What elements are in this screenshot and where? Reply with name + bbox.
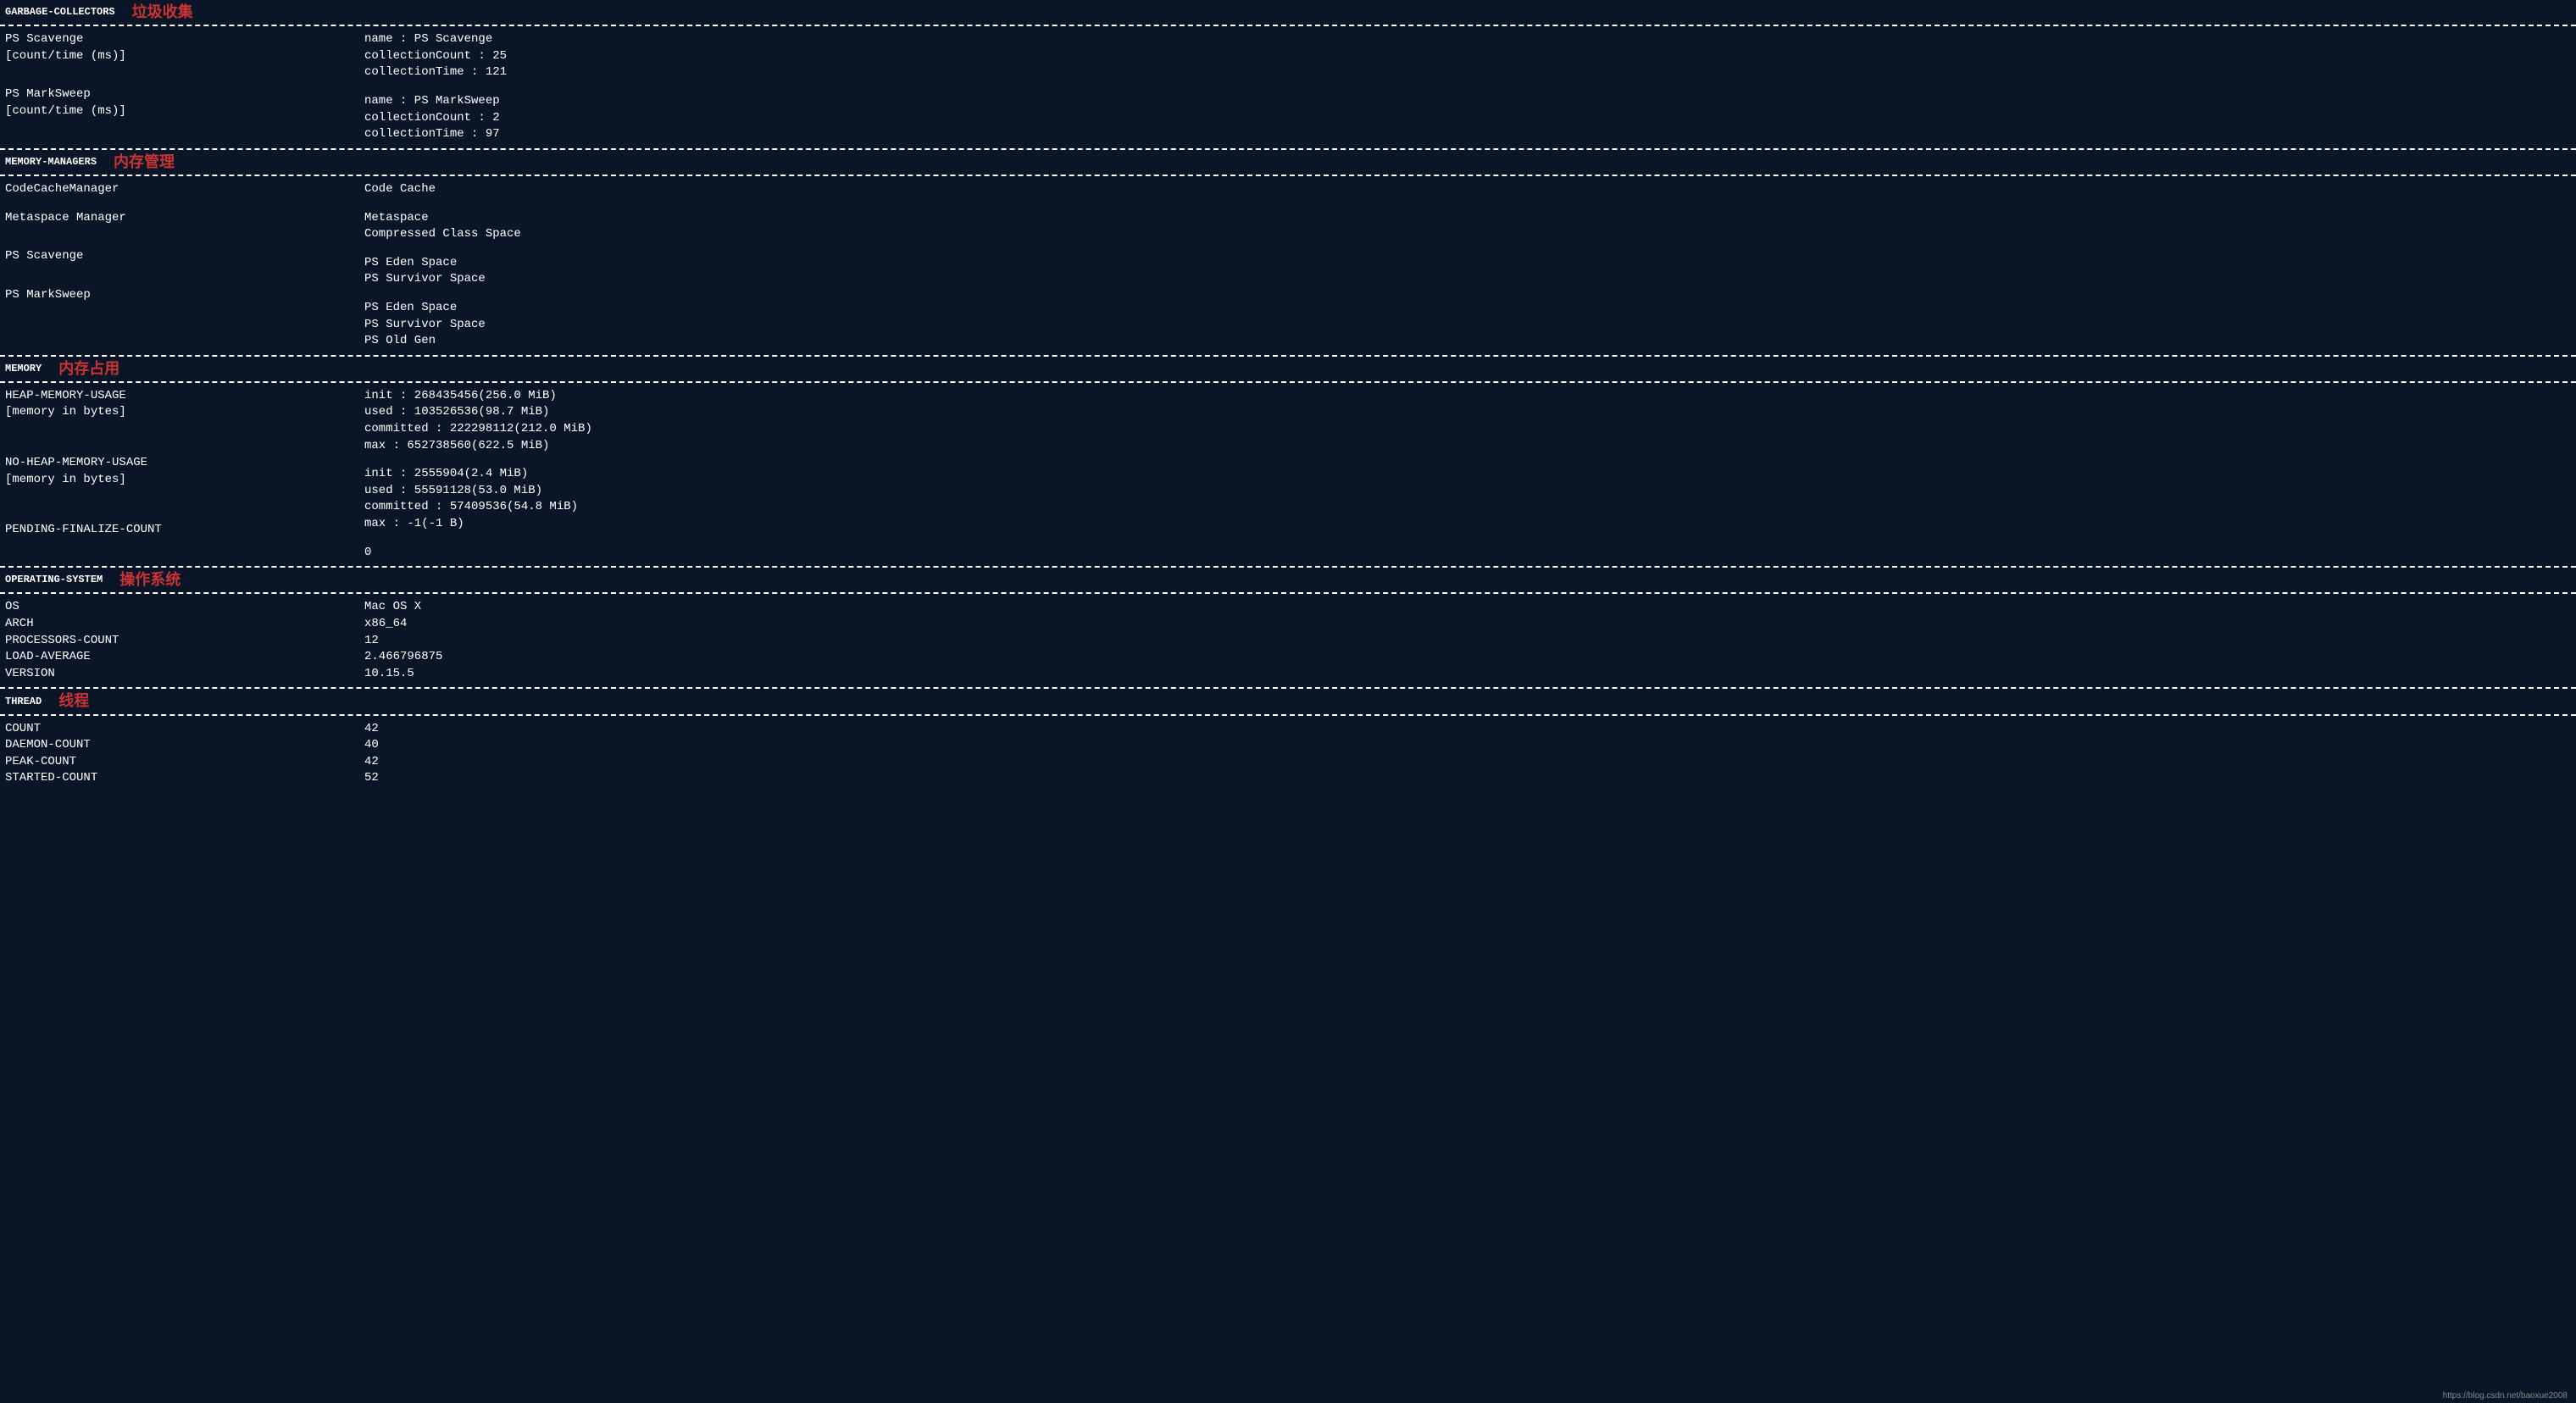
gc-value: name : PS MarkSweep: [364, 93, 2576, 110]
mm-value: PS Eden Space: [364, 255, 2576, 272]
memory-value: max : -1(-1 B): [364, 516, 2576, 533]
section-content-os: OS ARCH PROCESSORS-COUNT LOAD-AVERAGE VE…: [0, 594, 2576, 687]
os-value: x86_64: [364, 616, 2576, 633]
os-label: LOAD-AVERAGE: [5, 649, 364, 666]
thread-label: DAEMON-COUNT: [5, 737, 364, 754]
section-title: THREAD: [5, 695, 42, 709]
os-value: 12: [364, 633, 2576, 650]
section-title: OPERATING-SYSTEM: [5, 573, 103, 587]
memory-value: committed : 57409536(54.8 MiB): [364, 499, 2576, 516]
gc-label: PS MarkSweep: [5, 86, 364, 103]
memory-value: used : 103526536(98.7 MiB): [364, 404, 2576, 421]
memory-label: NO-HEAP-MEMORY-USAGE: [5, 455, 364, 472]
os-label: OS: [5, 599, 364, 616]
gc-value: collectionTime : 97: [364, 126, 2576, 143]
mm-label: CodeCacheManager: [5, 181, 364, 198]
thread-value: 42: [364, 721, 2576, 738]
memory-label: [memory in bytes]: [5, 472, 364, 489]
thread-label: PEAK-COUNT: [5, 754, 364, 771]
section-annotation: 内存管理: [114, 152, 175, 173]
mm-label: Metaspace Manager: [5, 210, 364, 227]
mm-value: PS Old Gen: [364, 333, 2576, 350]
mm-value: Compressed Class Space: [364, 226, 2576, 243]
os-label: VERSION: [5, 666, 364, 683]
gc-label: [count/time (ms)]: [5, 48, 364, 65]
gc-value: collectionCount : 2: [364, 110, 2576, 127]
section-header-memory: MEMORY 内存占用: [0, 355, 2576, 383]
gc-values-col: name : PS Scavenge collectionCount : 25 …: [364, 31, 2576, 143]
gc-value: collectionCount : 25: [364, 48, 2576, 65]
memory-label: PENDING-FINALIZE-COUNT: [5, 522, 364, 539]
mm-value: Code Cache: [364, 181, 2576, 198]
memory-value: 0: [364, 545, 2576, 562]
memory-values-col: init : 268435456(256.0 MiB) used : 10352…: [364, 388, 2576, 561]
thread-label: COUNT: [5, 721, 364, 738]
os-label: PROCESSORS-COUNT: [5, 633, 364, 650]
memory-value: init : 268435456(256.0 MiB): [364, 388, 2576, 405]
section-header-mm: MEMORY-MANAGERS 内存管理: [0, 148, 2576, 176]
os-labels-col: OS ARCH PROCESSORS-COUNT LOAD-AVERAGE VE…: [0, 599, 364, 682]
section-header-gc: GARBAGE-COLLECTORS 垃圾收集: [0, 0, 2576, 26]
memory-value: max : 652738560(622.5 MiB): [364, 438, 2576, 455]
os-value: 2.466796875: [364, 649, 2576, 666]
section-header-os: OPERATING-SYSTEM 操作系统: [0, 566, 2576, 594]
section-content-gc: PS Scavenge [count/time (ms)] PS MarkSwe…: [0, 26, 2576, 148]
memory-value: init : 2555904(2.4 MiB): [364, 466, 2576, 483]
os-values-col: Mac OS X x86_64 12 2.466796875 10.15.5: [364, 599, 2576, 682]
memory-value: committed : 222298112(212.0 MiB): [364, 421, 2576, 438]
thread-labels-col: COUNT DAEMON-COUNT PEAK-COUNT STARTED-CO…: [0, 721, 364, 787]
gc-value: name : PS Scavenge: [364, 31, 2576, 48]
mm-value: PS Eden Space: [364, 300, 2576, 317]
section-title: GARBAGE-COLLECTORS: [5, 5, 115, 19]
section-annotation: 内存占用: [58, 358, 119, 380]
mm-label: PS Scavenge: [5, 248, 364, 265]
section-annotation: 垃圾收集: [132, 2, 193, 23]
section-title: MEMORY: [5, 362, 42, 376]
thread-value: 52: [364, 770, 2576, 787]
memory-label: HEAP-MEMORY-USAGE: [5, 388, 364, 405]
mm-values-col: Code Cache Metaspace Compressed Class Sp…: [364, 181, 2576, 350]
memory-label: [memory in bytes]: [5, 404, 364, 421]
os-value: Mac OS X: [364, 599, 2576, 616]
section-content-mm: CodeCacheManager Metaspace Manager PS Sc…: [0, 176, 2576, 355]
gc-labels-col: PS Scavenge [count/time (ms)] PS MarkSwe…: [0, 31, 364, 143]
os-label: ARCH: [5, 616, 364, 633]
section-title: MEMORY-MANAGERS: [5, 155, 97, 169]
gc-label: PS Scavenge: [5, 31, 364, 48]
thread-value: 40: [364, 737, 2576, 754]
memory-value: used : 55591128(53.0 MiB): [364, 483, 2576, 500]
mm-value: PS Survivor Space: [364, 271, 2576, 288]
mm-labels-col: CodeCacheManager Metaspace Manager PS Sc…: [0, 181, 364, 350]
watermark: https://blog.csdn.net/baoxue2008: [2443, 1390, 2568, 1402]
section-annotation: 操作系统: [119, 569, 180, 591]
section-header-thread: THREAD 线程: [0, 687, 2576, 715]
section-content-memory: HEAP-MEMORY-USAGE [memory in bytes] NO-H…: [0, 383, 2576, 566]
gc-value: collectionTime : 121: [364, 64, 2576, 81]
thread-value: 42: [364, 754, 2576, 771]
thread-label: STARTED-COUNT: [5, 770, 364, 787]
thread-values-col: 42 40 42 52: [364, 721, 2576, 787]
memory-labels-col: HEAP-MEMORY-USAGE [memory in bytes] NO-H…: [0, 388, 364, 561]
mm-label: PS MarkSweep: [5, 287, 364, 304]
section-content-thread: COUNT DAEMON-COUNT PEAK-COUNT STARTED-CO…: [0, 716, 2576, 792]
mm-value: PS Survivor Space: [364, 317, 2576, 334]
os-value: 10.15.5: [364, 666, 2576, 683]
mm-value: Metaspace: [364, 210, 2576, 227]
gc-label: [count/time (ms)]: [5, 103, 364, 120]
section-annotation: 线程: [58, 690, 89, 712]
